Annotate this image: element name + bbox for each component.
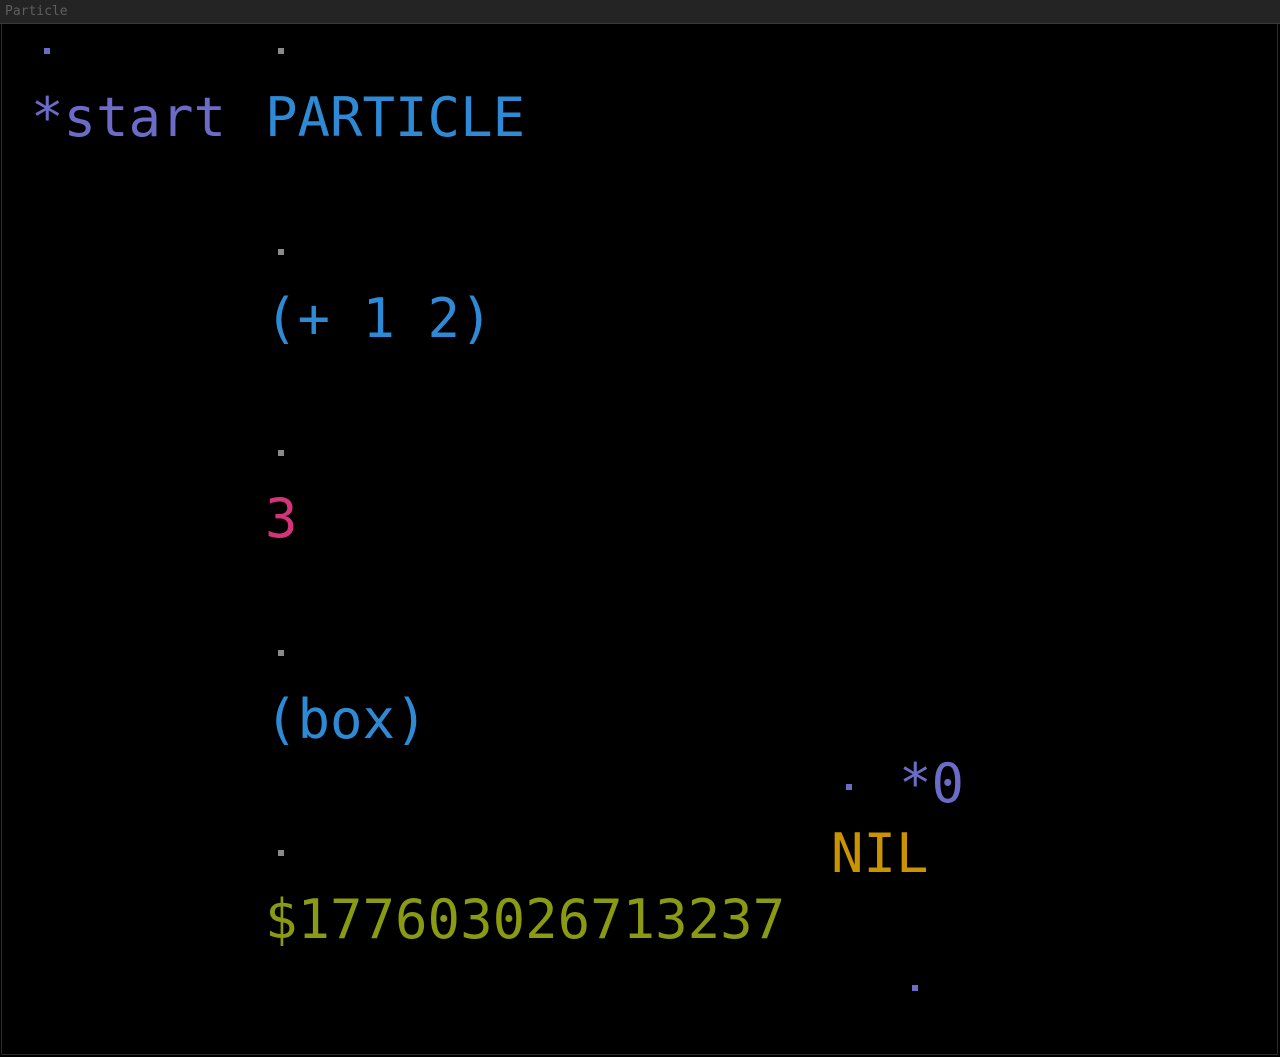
start-marker[interactable]: *start (31, 88, 226, 148)
box-address-node[interactable]: $177603026713237 (265, 890, 785, 950)
connector-dot[interactable] (278, 850, 284, 856)
connector-dot[interactable] (278, 249, 284, 255)
box-marker[interactable]: *0 (899, 754, 964, 814)
connector-dot[interactable] (278, 48, 284, 54)
box-anchor-dot[interactable] (846, 784, 852, 790)
connector-dot[interactable] (278, 450, 284, 456)
expression-node[interactable]: (+ 1 2) (265, 289, 493, 349)
anchor-dot[interactable] (44, 48, 50, 54)
expression-node[interactable]: (box) (265, 690, 428, 750)
app-window: Particle *start PARTICLE (+ 1 2) 3 (box)… (0, 0, 1280, 1057)
box-end-dot[interactable] (912, 985, 918, 991)
start-name[interactable]: PARTICLE (265, 88, 525, 148)
graph-canvas[interactable]: *start PARTICLE (+ 1 2) 3 (box) $1776030… (1, 24, 1278, 1055)
box-value[interactable]: NIL (831, 824, 929, 884)
connector-dot[interactable] (278, 650, 284, 656)
title-bar[interactable]: Particle (0, 0, 1280, 24)
window-title: Particle (5, 4, 68, 19)
result-node[interactable]: 3 (265, 489, 298, 549)
